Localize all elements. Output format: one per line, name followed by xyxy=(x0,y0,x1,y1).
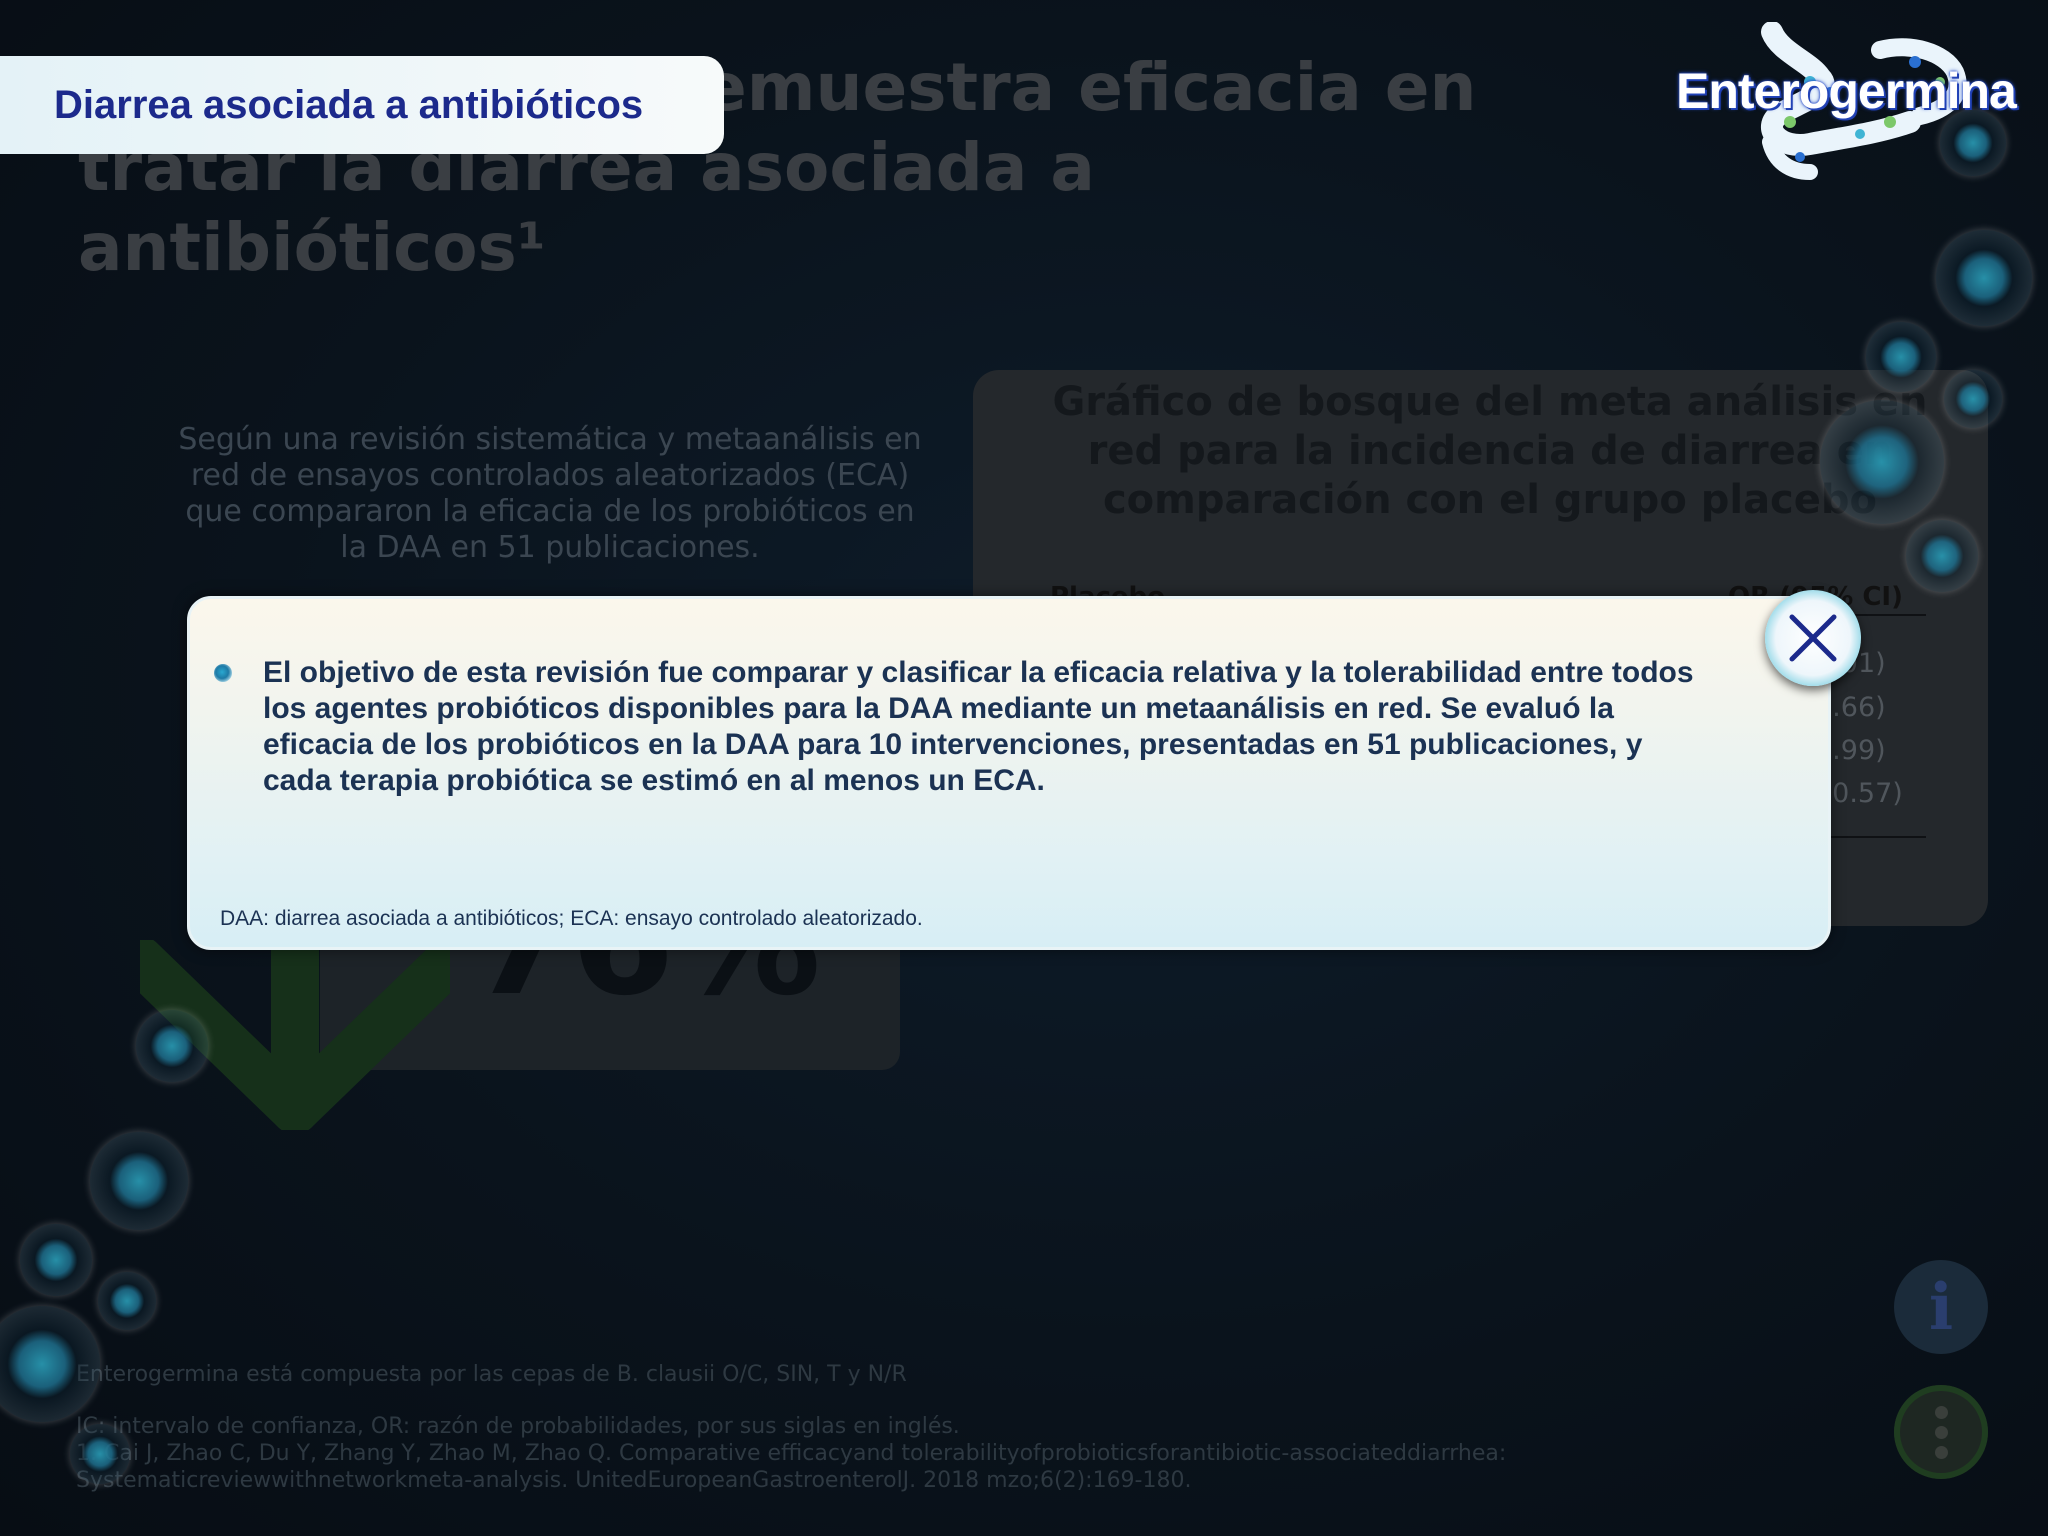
bubble-decoration xyxy=(0,1306,100,1422)
bubble-decoration xyxy=(90,1132,188,1230)
section-label: Diarrea asociada a antibióticos xyxy=(0,56,724,154)
menu-button[interactable] xyxy=(1894,1385,1988,1479)
bubble-decoration xyxy=(70,1424,130,1484)
close-icon xyxy=(1789,614,1837,662)
bubble-decoration xyxy=(136,1010,208,1082)
bubble-decoration xyxy=(1944,370,2002,428)
bubble-decoration xyxy=(1866,322,1936,392)
info-modal: El objetivo de esta revisión fue compara… xyxy=(187,596,1831,950)
logo-text: Enterogermina xyxy=(1676,63,2017,119)
footnote-reference: Systematicreviewwithnetworkmeta-analysis… xyxy=(76,1468,1192,1493)
bubble-decoration xyxy=(98,1272,156,1330)
modal-body-text: El objetivo de esta revisión fue compara… xyxy=(263,656,1694,797)
footnote-composition: Enterogermina está compuesta por las cep… xyxy=(76,1362,907,1387)
chart-title: Gráfico de bosque del meta análisis en r… xyxy=(1052,379,1928,523)
bubble-decoration xyxy=(1906,520,1978,592)
more-vertical-icon xyxy=(1934,1405,1948,1459)
info-icon: i xyxy=(1928,1269,1954,1345)
close-button[interactable] xyxy=(1765,590,1861,686)
bubble-decoration xyxy=(1820,400,1944,524)
footnote-reference: 1. Cai J, Zhao C, Du Y, Zhang Y, Zhao M,… xyxy=(76,1441,1507,1466)
info-button[interactable]: i xyxy=(1894,1260,1988,1354)
bubble-decoration xyxy=(1936,230,2032,326)
footnote-abbreviations: IC: intervalo de confianza, OR: razón de… xyxy=(76,1414,960,1439)
modal-footnote: DAA: diarrea asociada a antibióticos; EC… xyxy=(220,907,923,930)
bubble-decoration xyxy=(20,1224,92,1296)
brand-logo: Enterogermina xyxy=(1660,22,2017,192)
slide-intro-text: Según una revisión sistemática y metaaná… xyxy=(178,422,922,565)
bullet-icon xyxy=(214,664,232,682)
section-label-text: Diarrea asociada a antibióticos xyxy=(54,82,644,127)
